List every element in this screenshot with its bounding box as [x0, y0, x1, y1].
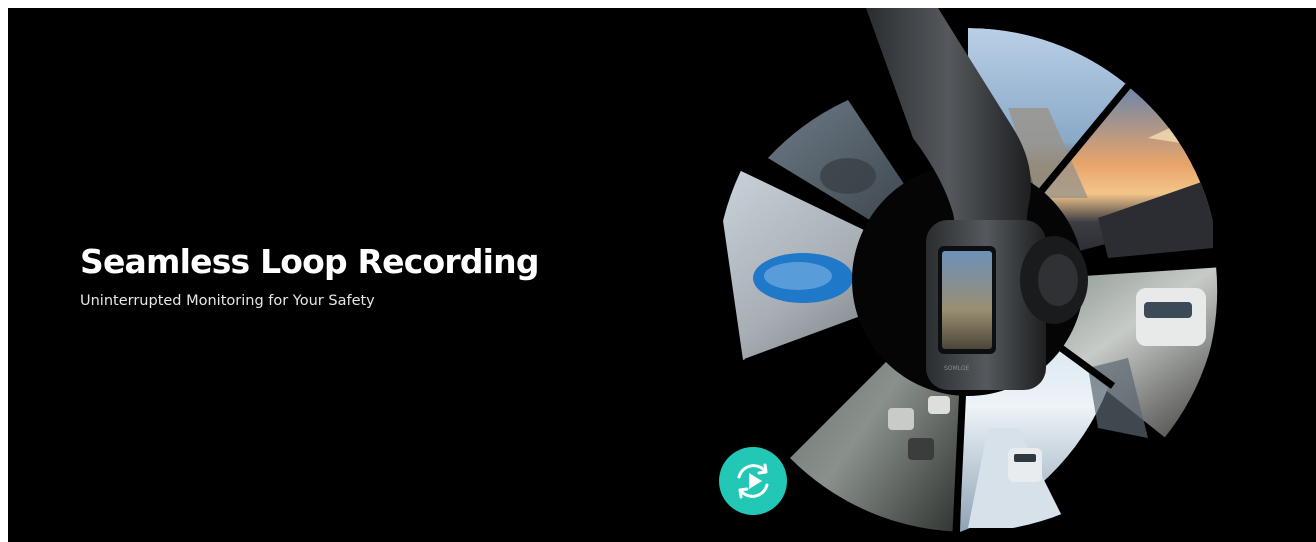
camera-screen [942, 251, 992, 349]
svg-text:SOMLOE: SOMLOE [944, 365, 970, 372]
loop-play-icon [737, 463, 769, 499]
hero-banner: Seamless Loop Recording Uninterrupted Mo… [8, 8, 1316, 542]
dash-camera-graphic: SOMLOE [716, 8, 1218, 533]
loop-play-button[interactable] [719, 447, 787, 515]
